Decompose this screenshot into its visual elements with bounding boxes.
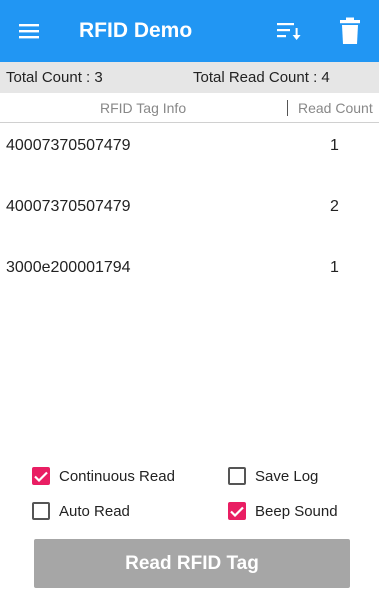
app-bar: RFID Demo (0, 0, 379, 62)
hamburger-menu-icon[interactable] (7, 0, 51, 62)
list-item[interactable]: 3000e200001794 1 (0, 246, 379, 307)
tag-id: 3000e200001794 (6, 259, 131, 276)
sort-icon[interactable] (272, 14, 306, 48)
beep-sound-label: Beep Sound (255, 502, 338, 520)
tag-list[interactable]: 40007370507479 1 40007370507479 2 3000e2… (0, 124, 379, 307)
column-header-read-count: Read Count (298, 100, 373, 116)
table-header: RFID Tag Info Read Count (0, 93, 379, 123)
continuous-read-checkbox[interactable]: Continuous Read (32, 467, 175, 485)
list-item[interactable]: 40007370507479 1 (0, 124, 379, 185)
save-log-checkbox[interactable]: Save Log (228, 467, 318, 485)
checkbox-unchecked-icon[interactable] (32, 502, 50, 520)
trash-icon[interactable] (333, 12, 367, 50)
checkbox-unchecked-icon[interactable] (228, 467, 246, 485)
auto-read-label: Auto Read (59, 502, 130, 520)
checkbox-checked-icon[interactable] (32, 467, 50, 485)
beep-sound-checkbox[interactable]: Beep Sound (228, 502, 338, 520)
tag-read-count: 2 (330, 198, 339, 215)
tag-read-count: 1 (330, 137, 339, 154)
list-item[interactable]: 40007370507479 2 (0, 185, 379, 246)
auto-read-checkbox[interactable]: Auto Read (32, 502, 130, 520)
total-read-count: Total Read Count : 4 (193, 69, 330, 86)
checkbox-checked-icon[interactable] (228, 502, 246, 520)
app-title: RFID Demo (79, 19, 193, 42)
save-log-label: Save Log (255, 467, 319, 485)
tag-read-count: 1 (330, 259, 339, 276)
column-divider (287, 100, 288, 116)
tag-id: 40007370507479 (6, 137, 131, 154)
read-rfid-tag-button[interactable]: Read RFID Tag (34, 539, 350, 588)
column-header-tag-info: RFID Tag Info (100, 100, 187, 116)
tag-id: 40007370507479 (6, 198, 131, 215)
continuous-read-label: Continuous Read (59, 467, 175, 485)
total-count: Total Count : 3 (6, 69, 103, 86)
count-bar: Total Count : 3 Total Read Count : 4 (0, 62, 379, 93)
